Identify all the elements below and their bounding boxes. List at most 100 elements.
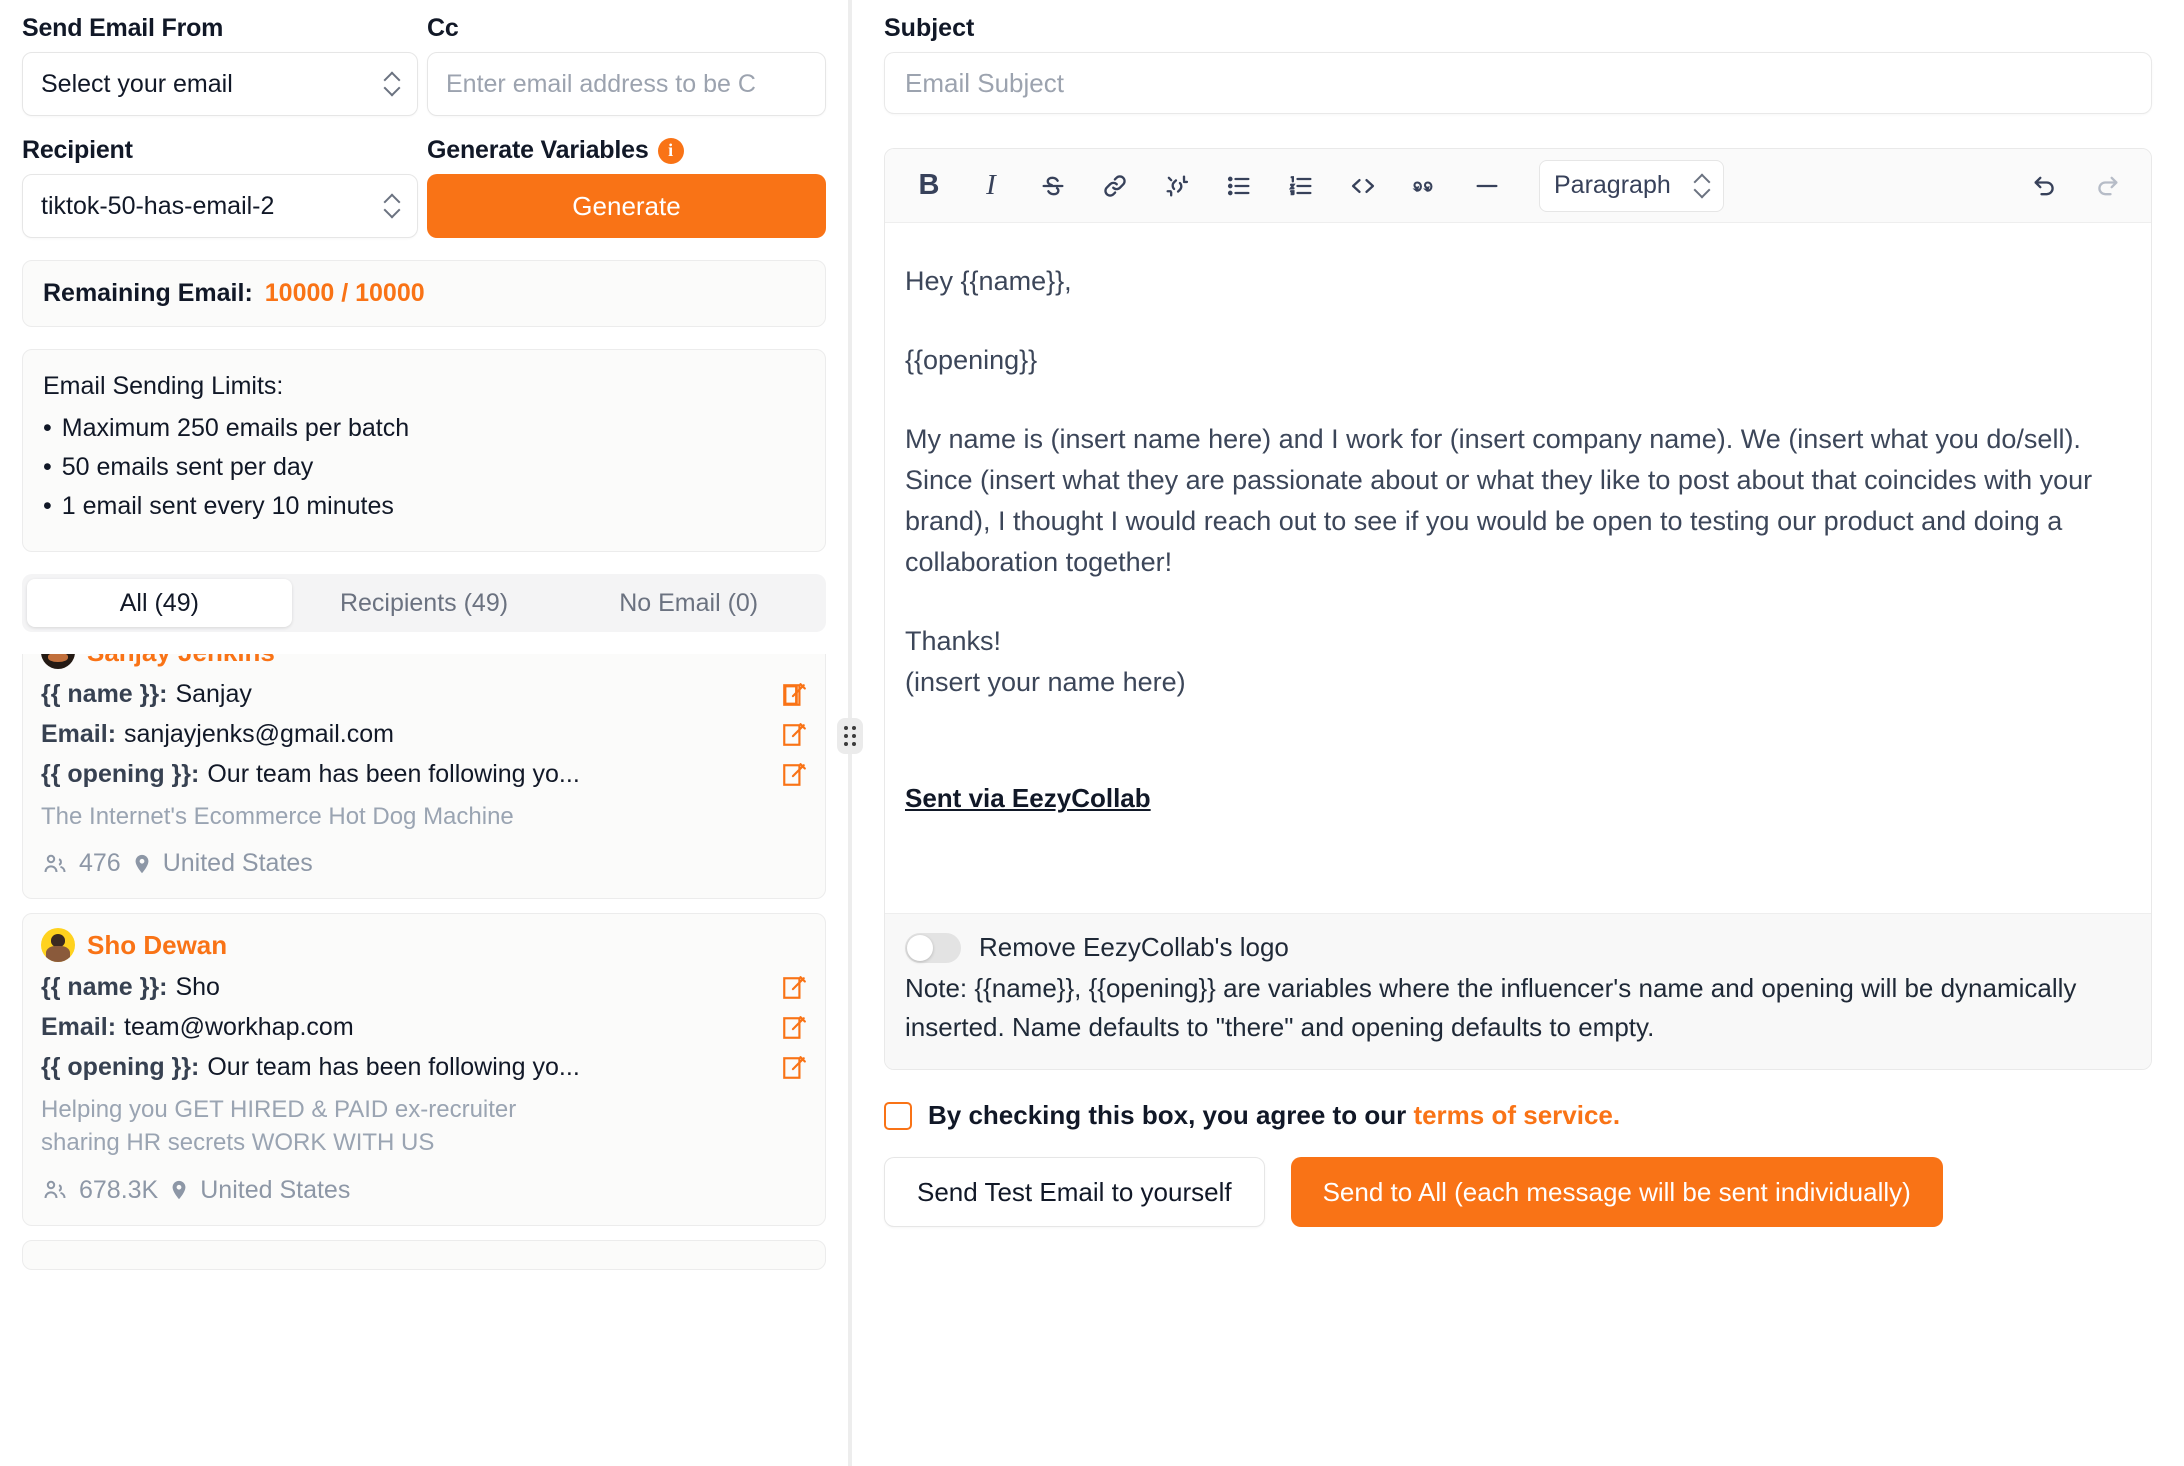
terms-checkbox[interactable]	[884, 1102, 912, 1130]
info-icon[interactable]: i	[658, 138, 684, 164]
undo-icon[interactable]	[2025, 166, 2065, 206]
left-panel: Send Email From Select your email Cc Ent…	[0, 0, 848, 1466]
recipient-card-header: Sanjay Jenkins	[41, 654, 807, 669]
influencer-name: Sho Dewan	[87, 930, 227, 961]
block-type-value: Paragraph	[1554, 171, 1671, 200]
opening-variable-value: Our team has been following yo...	[207, 760, 769, 789]
edit-icon[interactable]	[781, 682, 807, 708]
name-variable-value: Sanjay	[175, 680, 769, 709]
avatar	[41, 654, 75, 669]
influencer-name: Sanjay Jenkins	[87, 654, 275, 668]
followers-icon	[41, 852, 69, 876]
location-value: United States	[200, 1176, 350, 1205]
unlink-icon[interactable]	[1157, 166, 1197, 206]
cc-label: Cc	[427, 14, 826, 43]
followers-count: 678.3K	[79, 1176, 158, 1205]
send-email-from-field: Send Email From Select your email	[22, 14, 418, 116]
bold-button[interactable]: B	[909, 166, 949, 206]
ordered-list-icon[interactable]	[1281, 166, 1321, 206]
send-email-from-label: Send Email From	[22, 14, 418, 43]
subject-field: Subject Email Subject	[884, 14, 2152, 114]
logo-toggle-section: Remove EezyCollab's logo Note: {{name}},…	[885, 913, 2151, 1069]
remaining-email-box: Remaining Email: 10000 / 10000	[22, 260, 826, 327]
chevron-updown-icon	[385, 193, 399, 219]
terms-agreement-row: By checking this box, you agree to our t…	[884, 1100, 2152, 1131]
recipient-card-header: Sho Dewan	[41, 928, 807, 962]
terms-label: By checking this box, you agree to our	[928, 1100, 1413, 1130]
terms-text: By checking this box, you agree to our t…	[928, 1100, 1620, 1131]
limits-item: 1 email sent every 10 minutes	[43, 487, 805, 526]
limits-list: Maximum 250 emails per batch 50 emails s…	[43, 409, 805, 525]
terms-of-service-link[interactable]: terms of service.	[1413, 1100, 1620, 1130]
strikethrough-icon[interactable]	[1033, 166, 1073, 206]
send-to-all-button[interactable]: Send to All (each message will be sent i…	[1291, 1157, 1943, 1227]
recipient-field: Recipient tiktok-50-has-email-2	[22, 136, 418, 238]
body-opening-variable: {{opening}}	[905, 340, 2131, 381]
card-email-row: Email: team@workhap.com	[41, 1013, 807, 1042]
recipient-tabs: All (49) Recipients (49) No Email (0)	[22, 574, 826, 632]
edit-icon[interactable]	[781, 722, 807, 748]
email-value: sanjayjenks@gmail.com	[124, 720, 769, 749]
recipient-value: tiktok-50-has-email-2	[41, 192, 274, 221]
email-key: Email:	[41, 720, 116, 749]
email-value: team@workhap.com	[124, 1013, 769, 1042]
recipient-card[interactable]: Sanjay Jenkins {{ name }}: Sanjay	[22, 654, 826, 899]
send-test-email-button[interactable]: Send Test Email to yourself	[884, 1157, 1265, 1227]
link-icon[interactable]	[1095, 166, 1135, 206]
code-icon[interactable]	[1343, 166, 1383, 206]
card-email-row: Email: sanjayjenks@gmail.com	[41, 720, 807, 749]
send-actions: Send Test Email to yourself Send to All …	[884, 1157, 2152, 1227]
block-type-select[interactable]: Paragraph	[1539, 160, 1724, 212]
edit-icon[interactable]	[781, 1055, 807, 1081]
influencer-bio: Helping you GET HIRED & PAID ex-recruite…	[41, 1093, 601, 1159]
recipient-card-list[interactable]: Sanjay Jenkins {{ name }}: Sanjay	[22, 654, 826, 1274]
tab-recipients[interactable]: Recipients (49)	[292, 579, 557, 627]
body-signoff: (insert your name here)	[905, 662, 2131, 703]
subject-input[interactable]: Email Subject	[884, 52, 2152, 114]
remove-logo-row: Remove EezyCollab's logo	[905, 932, 2131, 963]
email-key: Email:	[41, 1013, 116, 1042]
tab-no-email[interactable]: No Email (0)	[556, 579, 821, 627]
generate-button[interactable]: Generate	[427, 174, 826, 238]
name-variable-key: {{ name }}:	[41, 973, 167, 1002]
remove-logo-toggle[interactable]	[905, 933, 961, 963]
cc-input[interactable]: Enter email address to be C	[427, 52, 826, 116]
followers-icon	[41, 1178, 69, 1202]
drag-handle-icon[interactable]	[837, 718, 863, 754]
recipient-card[interactable]: Sho Dewan {{ name }}: Sho Email: team@wo…	[22, 913, 826, 1225]
edit-icon[interactable]	[781, 762, 807, 788]
subject-label: Subject	[884, 14, 2152, 43]
limits-title: Email Sending Limits:	[43, 372, 805, 401]
redo-icon[interactable]	[2087, 166, 2127, 206]
recipient-generate-row: Recipient tiktok-50-has-email-2 Generate…	[22, 136, 826, 238]
italic-button[interactable]: I	[971, 166, 1011, 206]
rich-text-editor: B I	[884, 148, 2152, 1070]
recipient-select[interactable]: tiktok-50-has-email-2	[22, 174, 418, 238]
editor-toolbar: B I	[885, 149, 2151, 223]
remaining-email-value: 10000 / 10000	[265, 279, 425, 308]
remaining-email-row: Remaining Email: 10000 / 10000	[43, 279, 805, 308]
body-paragraph: My name is (insert name here) and I work…	[905, 419, 2131, 583]
chevron-updown-icon	[385, 71, 399, 97]
bullet-list-icon[interactable]	[1219, 166, 1259, 206]
edit-icon[interactable]	[781, 975, 807, 1001]
send-email-from-select[interactable]: Select your email	[22, 52, 418, 116]
blockquote-icon[interactable]	[1405, 166, 1445, 206]
card-name-row: {{ name }}: Sanjay	[41, 680, 807, 709]
send-email-from-value: Select your email	[41, 70, 233, 99]
email-body[interactable]: Hey {{name}}, {{opening}} My name is (in…	[885, 223, 2151, 913]
recipient-card[interactable]	[22, 1240, 826, 1270]
right-panel: Subject Email Subject B I	[852, 0, 2184, 1466]
sent-via-signature: Sent via EezyCollab	[905, 779, 2131, 819]
generate-variables-field: Generate Variables i Generate	[427, 136, 826, 238]
influencer-meta: 678.3K United States	[41, 1176, 807, 1205]
opening-variable-key: {{ opening }}:	[41, 1053, 199, 1082]
variables-note: Note: {{name}}, {{opening}} are variable…	[905, 969, 2131, 1047]
edit-icon[interactable]	[781, 1015, 807, 1041]
tab-all[interactable]: All (49)	[27, 579, 292, 627]
followers-count: 476	[79, 849, 121, 878]
horizontal-rule-icon[interactable]	[1467, 166, 1507, 206]
card-name-row: {{ name }}: Sho	[41, 973, 807, 1002]
generate-variables-label: Generate Variables i	[427, 136, 826, 165]
remaining-email-label: Remaining Email:	[43, 279, 253, 308]
